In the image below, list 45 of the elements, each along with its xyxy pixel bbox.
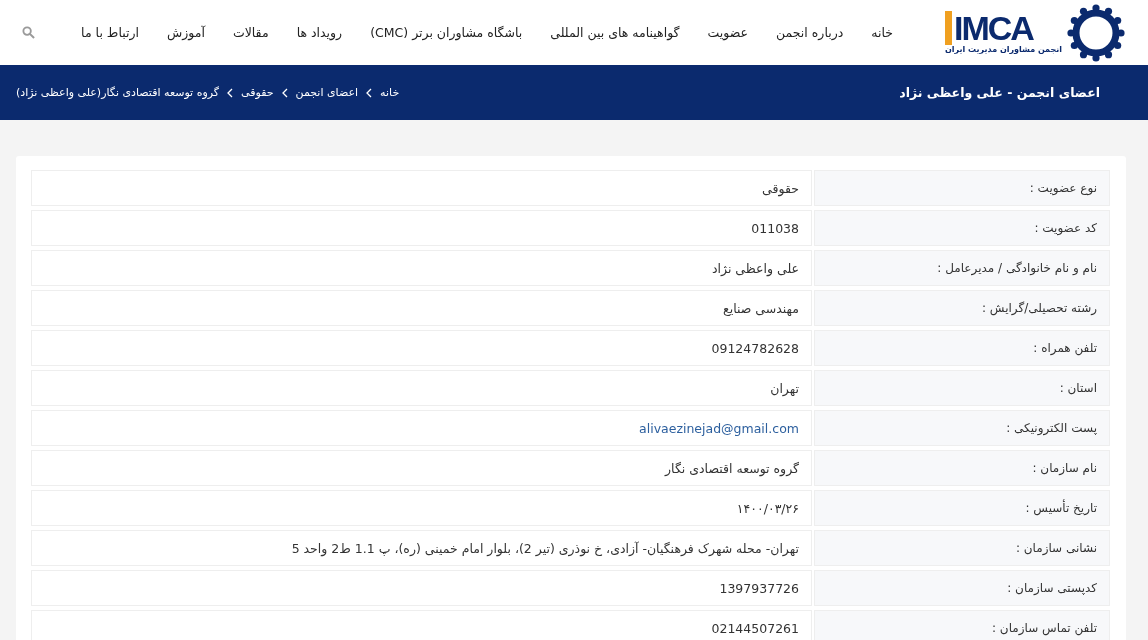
- field-label: کدپستی سازمان :: [814, 570, 1110, 606]
- chevron-icon: [227, 87, 234, 98]
- value-text: تهران- محله شهرک فرهنگیان- آزادی، خ نوذری (تیر 2)، بلوار امام خمینی (ره)، پ 1.1 ط2 واحد 5: [291, 540, 799, 556]
- breadcrumb-link[interactable]: خانه: [380, 86, 400, 99]
- field-label: استان :: [814, 370, 1110, 406]
- chevron-icon: [281, 87, 288, 98]
- gear-logo-icon: [1066, 2, 1126, 63]
- breadcrumb-current-page: گروه توسعه اقتصادی نگار(علی واعظی نژاد): [16, 86, 220, 99]
- nav-link[interactable]: ارتباط با ما: [81, 25, 139, 40]
- field-label: کد عضویت :: [814, 210, 1110, 246]
- value-text: تهران: [770, 380, 799, 396]
- nav-link[interactable]: رویداد ها: [296, 25, 343, 40]
- field-label: نشانی سازمان :: [814, 530, 1110, 566]
- logo-wordmark[interactable]: IMCA: [945, 11, 1033, 45]
- field-label: تلفن تماس سازمان :: [814, 610, 1110, 640]
- email-link[interactable]: alivaezinejad@gmail.com: [639, 420, 799, 436]
- value-text: 09124782628: [711, 340, 799, 356]
- field-label: نام و نام خانوادگی / مدیرعامل :: [814, 250, 1110, 286]
- value-text: حقوقی: [762, 180, 799, 196]
- field-label: تاریخ تأسیس :: [814, 490, 1110, 526]
- nav-link[interactable]: گواهینامه های بین المللی: [550, 25, 680, 40]
- value-text: گروه توسعه اقتصادی نگار: [665, 460, 799, 476]
- value-text: 011038: [751, 220, 799, 236]
- value-text: مهندسی صنایع: [723, 300, 799, 316]
- value-text: علی واعظی نژاد: [711, 260, 799, 276]
- field-label: پست الکترونیکی :: [814, 410, 1110, 446]
- nav-link[interactable]: خانه: [871, 25, 893, 40]
- value-text: 1397937726: [719, 580, 799, 596]
- value-text: 02144507261: [711, 620, 799, 636]
- nav-link[interactable]: مقالات: [232, 25, 269, 40]
- page-title: اعضای انجمن - علی واعظی نژاد: [899, 85, 1100, 100]
- nav-link[interactable]: درباره انجمن: [776, 25, 844, 40]
- chevron-icon: [366, 87, 373, 98]
- field-label: نام سازمان :: [814, 450, 1110, 486]
- field-label: رشته تحصیلی/گرایش :: [814, 290, 1110, 326]
- field-label: نوع عضویت :: [814, 170, 1110, 206]
- nav-link[interactable]: عضویت: [707, 25, 749, 40]
- search-icon[interactable]: [22, 26, 35, 39]
- value-text: ۱۴۰۰/۰۳/۲۶: [736, 500, 799, 516]
- nav-link[interactable]: آموزش: [166, 25, 205, 40]
- nav-link[interactable]: باشگاه مشاوران برتر (CMC): [370, 25, 523, 40]
- logo-subtitle: انجمن مشاوران مدیریت ایران: [945, 45, 1062, 54]
- field-label: تلفن همراه :: [814, 330, 1110, 366]
- breadcrumb-link[interactable]: حقوقی: [241, 86, 274, 99]
- breadcrumb-link[interactable]: اعضای انجمن: [295, 86, 359, 99]
